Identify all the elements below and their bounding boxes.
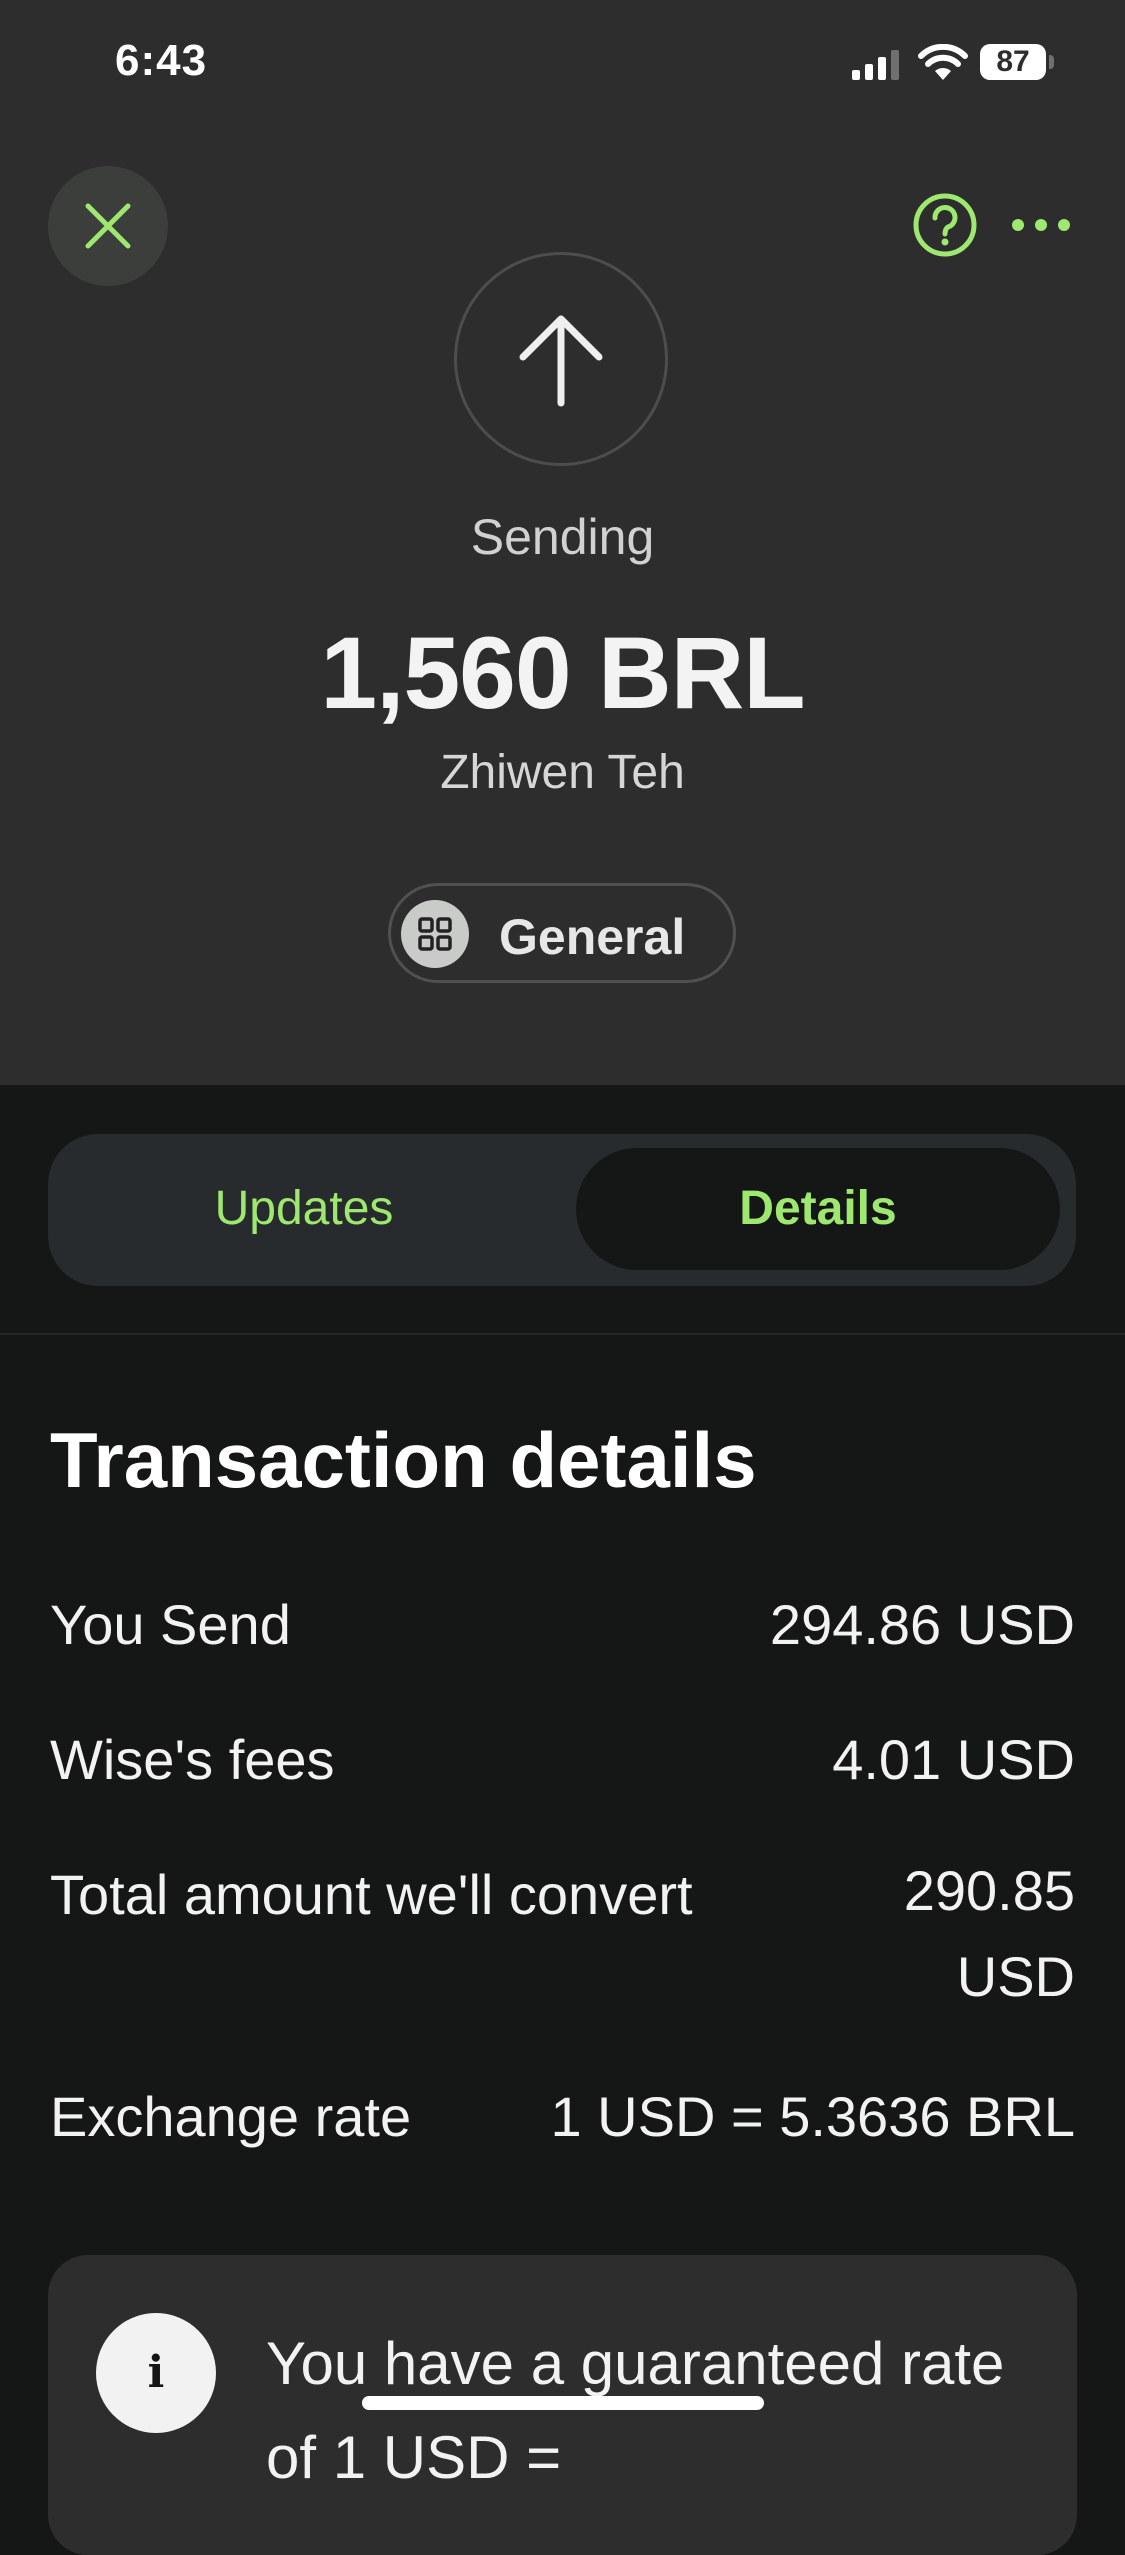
transfer-header-panel: 6:43 87 Sending 1,560 BRL Zhiwen Teh Gen…: [0, 0, 1125, 1085]
battery-cap: [1049, 55, 1054, 69]
exchange-rate-value: 1 USD = 5.3636 BRL: [550, 2085, 1075, 2148]
info-icon: i: [96, 2313, 216, 2433]
recipient-name: Zhiwen Teh: [440, 746, 685, 799]
cellular-signal-icon: [852, 50, 899, 80]
tab-details[interactable]: Details: [576, 1148, 1060, 1270]
section-title: Transaction details: [50, 1416, 757, 1504]
wifi-icon: [918, 44, 968, 80]
you-send-value: 294.86 USD: [769, 1593, 1075, 1656]
convert-total-value: 290.85 USD: [903, 1859, 1075, 2008]
convert-total-label: Total amount we'll convert: [50, 1863, 693, 1926]
grid-icon: [401, 900, 469, 968]
home-indicator[interactable]: [362, 2396, 764, 2410]
transfer-status: Sending: [470, 509, 655, 565]
exchange-rate-label: Exchange rate: [50, 2085, 412, 2148]
view-tabs: Updates Details: [48, 1134, 1076, 1286]
category-chip[interactable]: General: [388, 883, 736, 983]
category-label: General: [499, 909, 686, 965]
fees-value: 4.01 USD: [832, 1728, 1075, 1791]
section-divider: [0, 1333, 1125, 1335]
help-circle-icon[interactable]: [912, 192, 978, 258]
more-dots-icon[interactable]: [1010, 212, 1072, 238]
battery-level: 87: [980, 44, 1046, 80]
tab-updates[interactable]: Updates: [64, 1148, 544, 1270]
transfer-amount: 1,560 BRL: [320, 616, 805, 730]
you-send-label: You Send: [50, 1593, 291, 1656]
arrow-up-icon: [519, 315, 603, 407]
transfer-direction-badge: [454, 252, 668, 466]
status-time: 6:43: [115, 36, 208, 85]
close-icon: [85, 203, 131, 249]
fees-label: Wise's fees: [50, 1728, 335, 1791]
close-button[interactable]: [48, 166, 168, 286]
guaranteed-rate-text: You have a guaranteed rate of 1 USD =: [266, 2330, 1005, 2491]
